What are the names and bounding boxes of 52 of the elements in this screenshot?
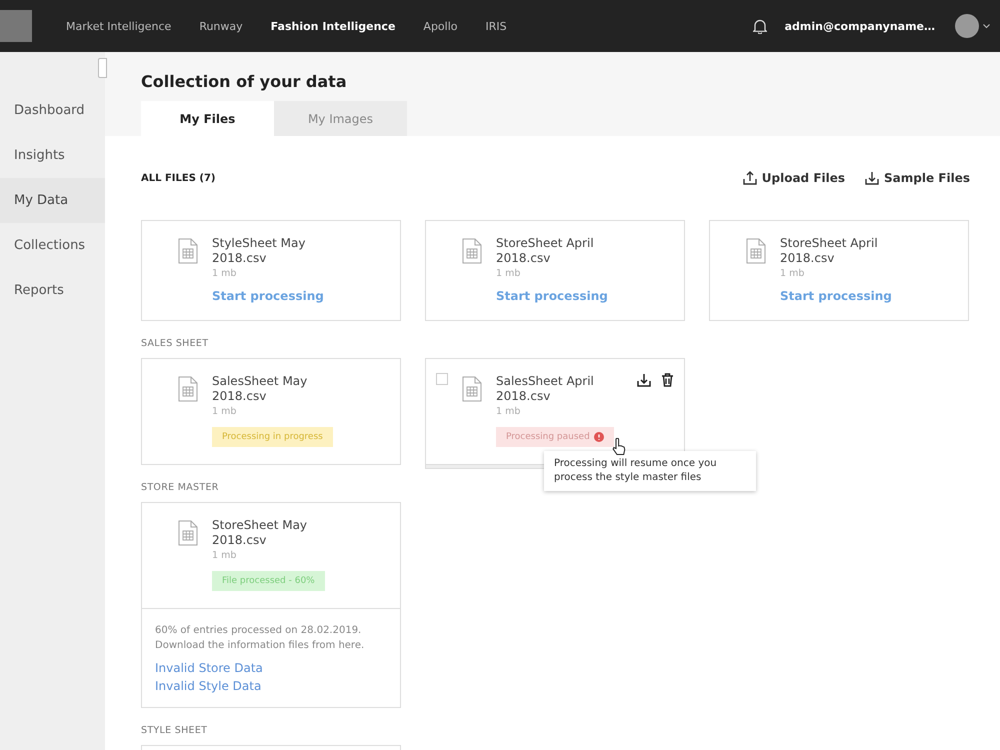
section-heading: STORE MASTER: [141, 481, 219, 495]
section-heading: SALES SHEET: [141, 337, 208, 351]
download-icon[interactable]: [637, 373, 651, 387]
spreadsheet-file-icon: [746, 238, 766, 264]
hand-cursor-icon: [612, 438, 626, 456]
checkbox[interactable]: [436, 373, 448, 385]
nav-link[interactable]: Runway: [199, 16, 243, 36]
avatar[interactable]: [955, 14, 979, 38]
tab[interactable]: My Files: [141, 101, 274, 136]
upload-button[interactable]: Upload Files: [742, 171, 846, 185]
spreadsheet-file-icon: [462, 238, 482, 264]
spreadsheet-file-icon: [178, 520, 198, 546]
file-size: 1 mb: [212, 406, 236, 417]
page-title: Collection of your data: [141, 72, 348, 91]
file-size: 1 mb: [496, 406, 520, 417]
nav-link[interactable]: Fashion Intelligence: [270, 16, 396, 36]
upload-icon: [742, 171, 757, 185]
file-size: 1 mb: [212, 268, 236, 279]
nav-link[interactable]: Market Intelligence: [66, 16, 172, 36]
tooltip: Processing will resume once you process the style master files: [544, 451, 756, 491]
status-badge: File processed - 60%: [212, 571, 325, 591]
notification-bell-icon[interactable]: [752, 18, 767, 34]
download-icon: [865, 171, 880, 185]
file-size: 1 mb: [212, 550, 236, 561]
file-name: StoreSheet April 2018.csv: [780, 236, 879, 266]
file-name: SalesSheet April 2018.csv: [496, 374, 595, 404]
sample-files-button[interactable]: Sample Files: [865, 171, 970, 185]
spreadsheet-file-icon: [462, 376, 482, 402]
trash-icon[interactable]: [661, 373, 674, 387]
caret-icon[interactable]: [983, 24, 990, 28]
sidebar-item[interactable]: My Data: [0, 178, 105, 223]
sidebar-item[interactable]: Dashboard: [0, 88, 105, 133]
files-heading: ALL FILES (7): [141, 172, 216, 184]
collapse-handle[interactable]: [98, 58, 107, 78]
file-name: StoreSheet April 2018.csv: [496, 236, 595, 266]
spreadsheet-file-icon: [178, 376, 198, 402]
status-badge: Processing in progress: [212, 427, 333, 447]
spreadsheet-file-icon: [178, 238, 198, 264]
sidebar-item[interactable]: Collections: [0, 223, 105, 268]
sidebar-item[interactable]: Reports: [0, 268, 105, 313]
file-name: SalesSheet May 2018.csv: [212, 374, 308, 404]
nav-link[interactable]: IRIS: [486, 16, 507, 36]
section-heading: STYLE SHEET: [141, 724, 208, 738]
user-email[interactable]: admin@companyname…: [784, 20, 935, 32]
file-name: StoreSheet May 2018.csv: [212, 518, 308, 548]
file-size: 1 mb: [496, 268, 520, 279]
file-size: 1 mb: [780, 268, 804, 279]
status-badge: Processing paused: [496, 427, 614, 447]
sidebar-item[interactable]: Insights: [0, 133, 105, 178]
details-text: 60% of entries processed on 28.02.2019. Download the information files from here.: [155, 624, 366, 653]
nav-link[interactable]: Apollo: [423, 16, 458, 36]
file-name: StyleSheet May 2018.csv: [212, 236, 306, 266]
